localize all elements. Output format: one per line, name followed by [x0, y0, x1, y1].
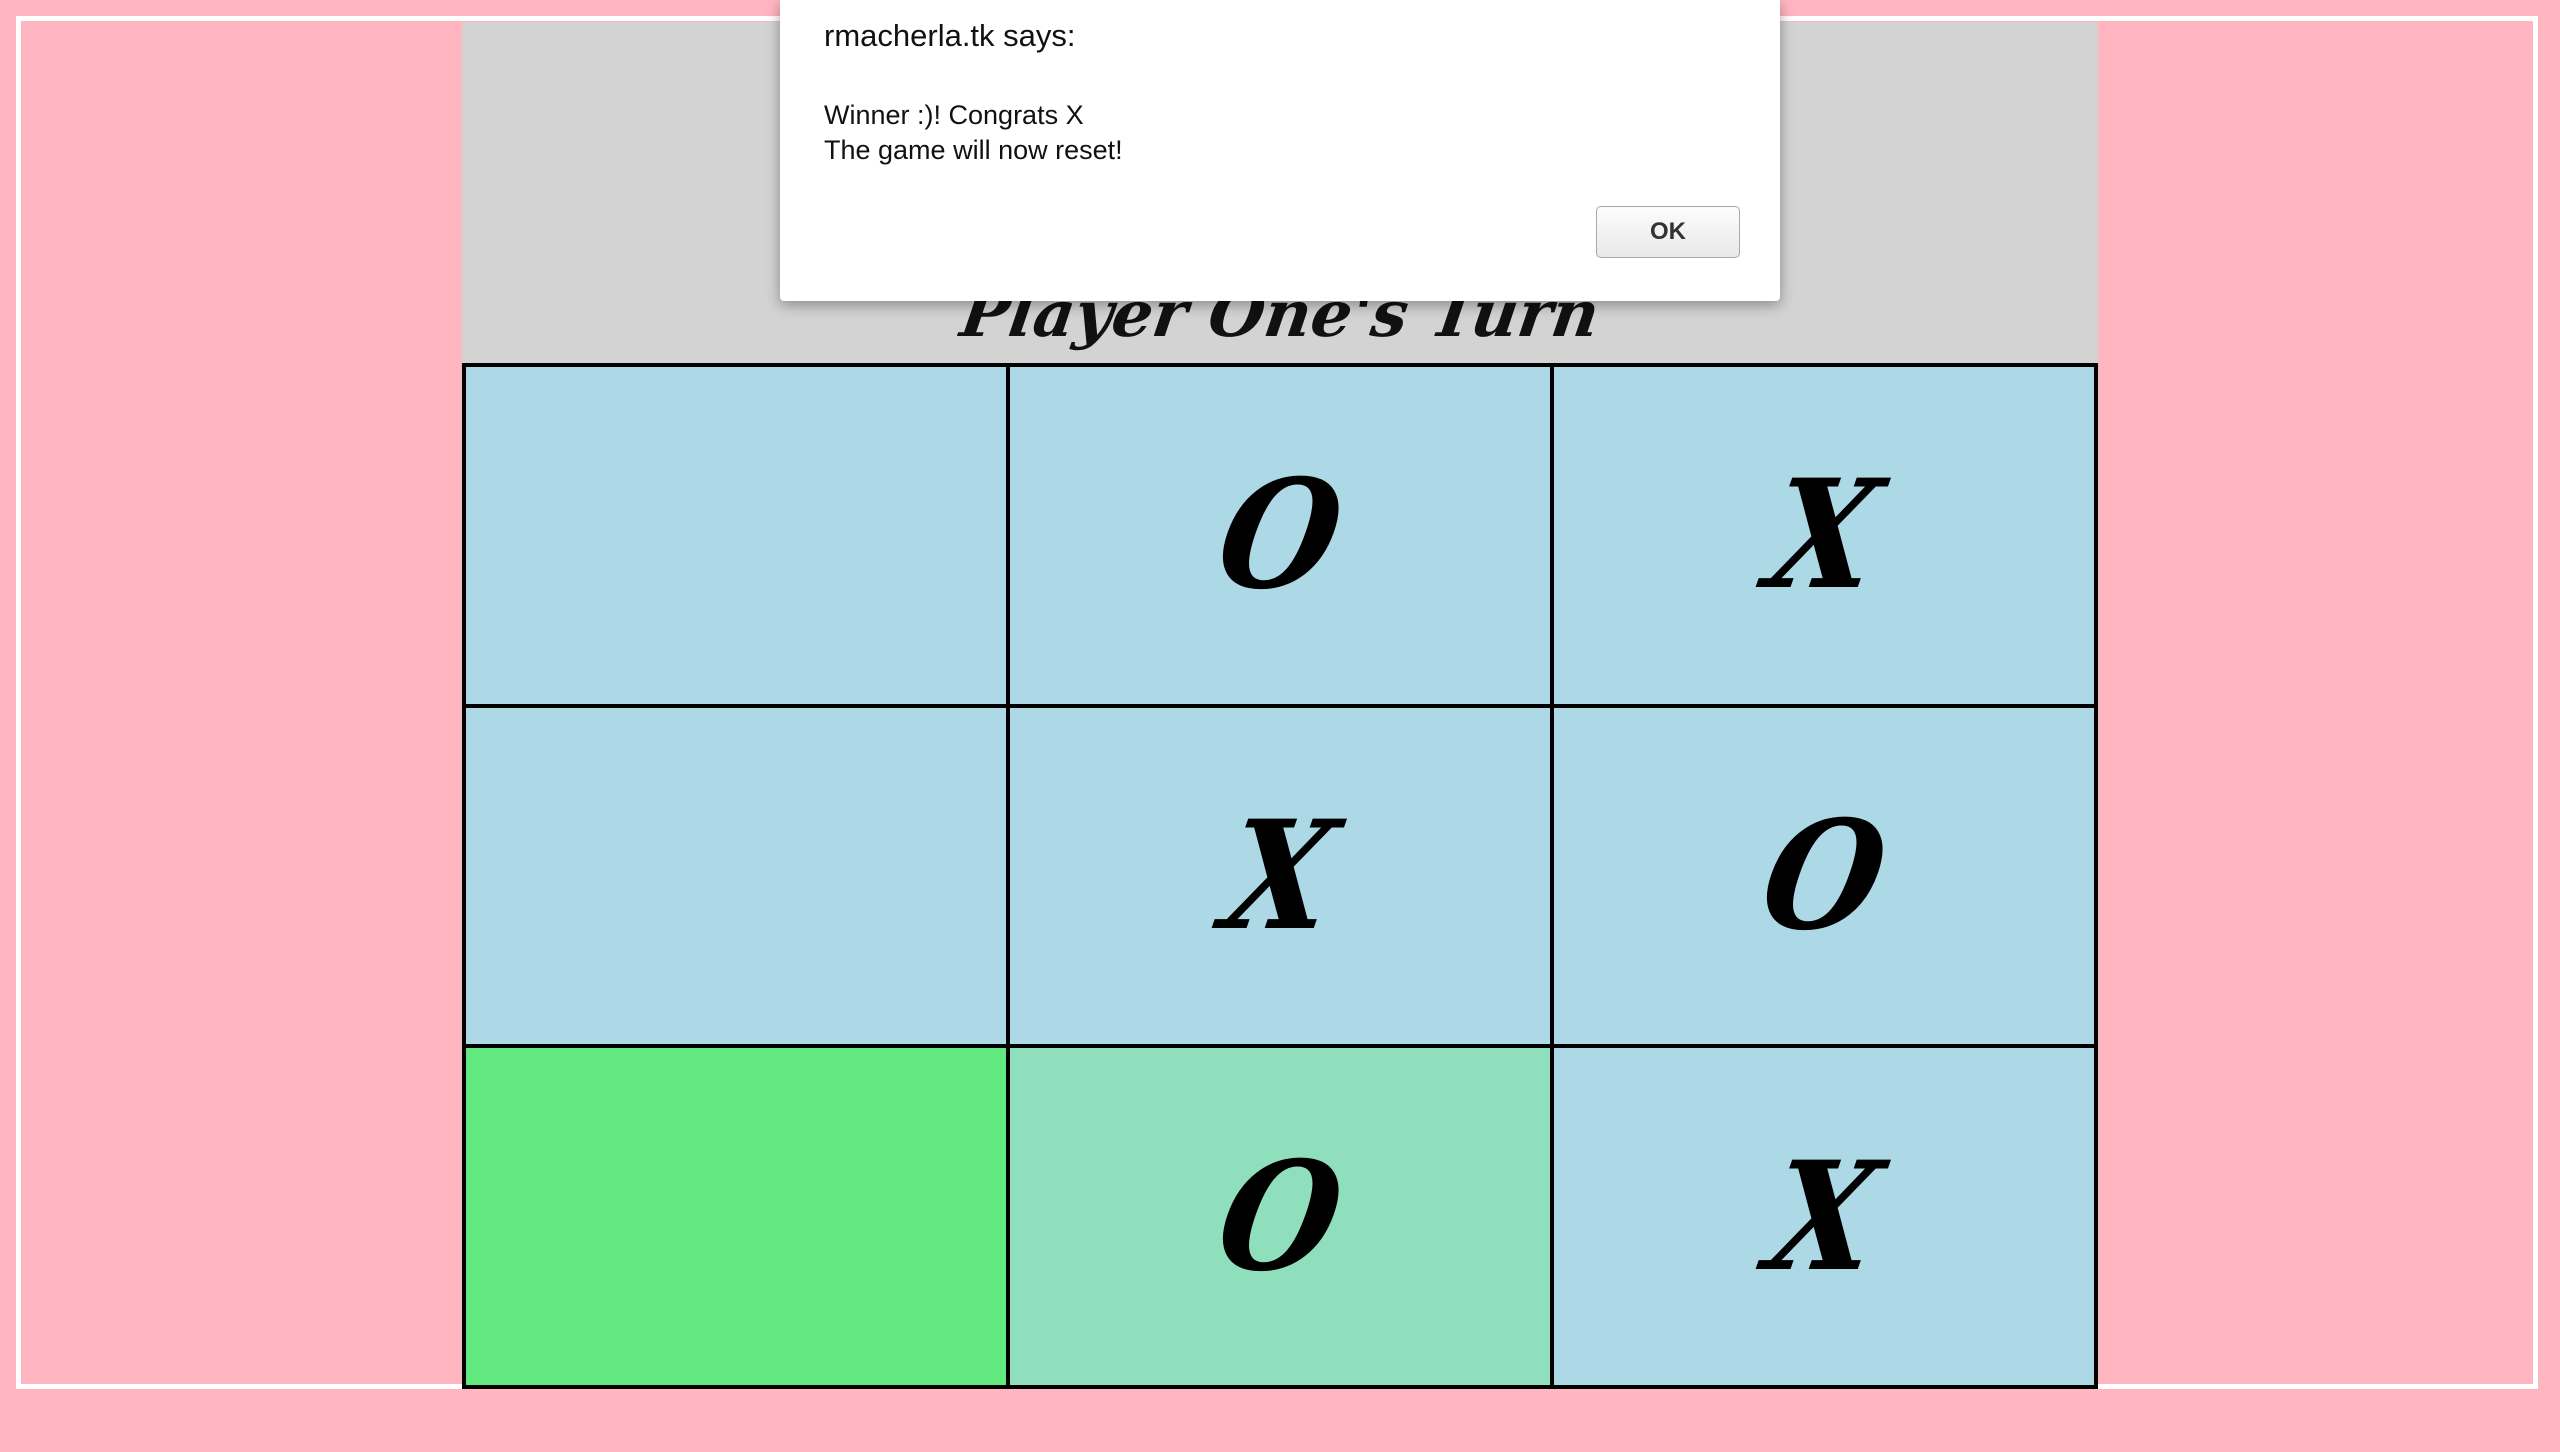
board-cell-6[interactable]: O [1552, 705, 2096, 1047]
alert-dialog: rmacherla.tk says: Winner :)! Congrats X… [780, 0, 1780, 301]
board-cell-4[interactable] [464, 705, 1008, 1047]
board-cell-3[interactable]: X [1552, 365, 2096, 706]
board-cell-7[interactable] [464, 1046, 1008, 1387]
board-cell-2[interactable]: O [1008, 365, 1552, 706]
dialog-message-line-1: Winner :)! Congrats X [824, 100, 1084, 130]
board-cell-9[interactable]: X [1552, 1046, 2096, 1387]
board-cell-1[interactable] [464, 365, 1008, 706]
cell-mark: X [1756, 447, 1892, 624]
dialog-title: rmacherla.tk says: [824, 18, 1076, 53]
cell-mark: X [1212, 787, 1348, 964]
game-board: O X X O O X [462, 363, 2098, 1389]
cell-mark: O [1749, 787, 1899, 964]
board-cell-8[interactable]: O [1008, 1046, 1552, 1387]
cell-mark: O [1205, 1128, 1355, 1305]
board-cell-5[interactable]: X [1008, 705, 1552, 1047]
dialog-message-line-2: The game will now reset! [824, 135, 1123, 165]
ok-button[interactable]: OK [1596, 206, 1740, 258]
page: Player One's Turn O X X O O X rmacherla.… [0, 0, 2560, 1452]
cell-mark: O [1205, 447, 1355, 624]
cell-mark: X [1756, 1128, 1892, 1305]
